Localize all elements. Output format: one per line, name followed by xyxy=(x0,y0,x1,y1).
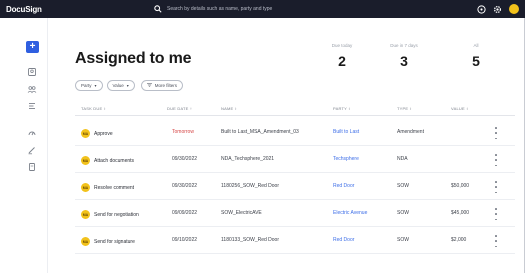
more-options-icon[interactable] xyxy=(493,127,499,139)
more-options-icon[interactable] xyxy=(493,208,499,220)
table-row[interactable]: MA Approve Tomorrow Built to Last_MSA_Am… xyxy=(75,120,515,146)
top-bar: DocuSign Search by details such as name,… xyxy=(0,0,525,18)
list-icon[interactable] xyxy=(27,101,37,111)
app-logo[interactable]: DocuSign xyxy=(6,5,42,14)
agreement-name[interactable]: SOW_ElectricAVE xyxy=(221,210,262,216)
table-row[interactable]: MA Send for signature 09/10/2022 1180133… xyxy=(75,228,515,254)
value-filter[interactable]: Value ▾ xyxy=(106,80,135,91)
agreement-type: NDA xyxy=(397,156,408,162)
user-avatar[interactable] xyxy=(509,4,519,14)
task-cell: MA Approve xyxy=(81,129,113,138)
party-link[interactable]: Electric Avenue xyxy=(333,210,367,216)
party-link[interactable]: Techsphere xyxy=(333,156,359,162)
filter-label: Value xyxy=(112,83,124,88)
agreement-name[interactable]: NDA_Techsphere_2021 xyxy=(221,156,274,162)
task-label: Approve xyxy=(94,130,113,137)
stat-label: Due in 7 days xyxy=(390,43,418,48)
scale-icon[interactable] xyxy=(27,128,37,138)
party-link[interactable]: Red Door xyxy=(333,237,354,243)
chevron-down-icon: ▾ xyxy=(94,83,97,88)
assignee-avatar: MA xyxy=(81,237,90,246)
agreement-name[interactable]: 1180256_SOW_Red Door xyxy=(221,183,279,189)
more-filters-label: More filters xyxy=(154,83,177,88)
column-header-party[interactable]: Party ↕ xyxy=(333,106,350,111)
task-cell: MA Send for negotiation xyxy=(81,210,139,219)
task-cell: MA Resolve comment xyxy=(81,183,134,192)
app-window: DocuSign Search by details such as name,… xyxy=(0,0,525,273)
task-label: Send for negotiation xyxy=(94,211,139,218)
assignee-avatar: MA xyxy=(81,210,90,219)
more-options-icon[interactable] xyxy=(493,235,499,247)
search-icon xyxy=(154,0,162,18)
pen-icon[interactable] xyxy=(27,145,37,155)
help-icon[interactable] xyxy=(477,4,486,14)
column-header-due-date[interactable]: Due date ↑ xyxy=(167,106,192,111)
due-date: 09/30/2022 xyxy=(172,183,198,189)
agreement-value: $50,000 xyxy=(451,183,470,189)
task-label: Attach documents xyxy=(94,157,135,164)
agreement-name[interactable]: 1180133_SOW_Red Door xyxy=(221,237,279,243)
stat-all[interactable]: All 5 xyxy=(456,43,496,69)
task-cell: MA Attach documents xyxy=(81,156,134,165)
group-icon[interactable] xyxy=(27,84,37,94)
agreement-value: $2,000 xyxy=(451,237,467,243)
due-date: 09/10/2022 xyxy=(172,237,198,243)
new-icon[interactable]: + xyxy=(26,41,39,53)
settings-icon[interactable] xyxy=(493,5,502,14)
stat-due-7-days[interactable]: Due in 7 days 3 xyxy=(384,43,424,69)
page-title: Assigned to me xyxy=(75,50,192,67)
agreement-type: Amendment xyxy=(397,129,424,135)
filter-label: Party xyxy=(81,83,92,88)
filter-icon xyxy=(146,83,152,88)
due-date: 09/09/2022 xyxy=(172,210,198,216)
table-row[interactable]: MA Attach documents 09/30/2022 NDA_Techs… xyxy=(75,147,515,173)
top-bar-icons xyxy=(477,3,519,15)
party-link[interactable]: Built to Last xyxy=(333,129,359,135)
task-label: Resolve comment xyxy=(94,184,135,191)
stat-label: All xyxy=(473,43,479,48)
table-row[interactable]: MA Resolve comment 09/30/2022 1180256_SO… xyxy=(75,174,515,200)
stat-value: 5 xyxy=(472,53,480,69)
more-options-icon[interactable] xyxy=(493,154,499,166)
column-header-task[interactable]: Task due ↕ xyxy=(81,106,106,111)
search-input[interactable]: Search by details such as name, party an… xyxy=(167,6,272,12)
task-label: Send for signature xyxy=(94,238,135,245)
column-header-type[interactable]: Type ↕ xyxy=(397,106,412,111)
agreement-type: SOW xyxy=(397,210,409,216)
task-cell: MA Send for signature xyxy=(81,237,135,246)
person-icon[interactable] xyxy=(27,67,37,77)
due-date: Tomorrow xyxy=(172,129,194,135)
search-bar[interactable]: Search by details such as name, party an… xyxy=(154,3,374,15)
table-row[interactable]: MA Send for negotiation 09/09/2022 SOW_E… xyxy=(75,201,515,227)
more-filters-button[interactable]: More filters xyxy=(140,80,183,91)
agreement-value: $45,000 xyxy=(451,210,470,216)
party-filter[interactable]: Party ▾ xyxy=(75,80,103,91)
party-link[interactable]: Red Door xyxy=(333,183,354,189)
stat-value: 2 xyxy=(338,53,346,69)
filter-bar: Party ▾ Value ▾ More filters xyxy=(75,80,183,91)
document-icon[interactable] xyxy=(27,162,37,172)
assignee-avatar: MA xyxy=(81,156,90,165)
column-header-name[interactable]: Name ↕ xyxy=(221,106,237,111)
stat-value: 3 xyxy=(400,53,408,69)
assignee-avatar: MA xyxy=(81,183,90,192)
left-nav-rail: + xyxy=(0,18,48,273)
agreement-name[interactable]: Built to Last_MSA_Amendment_03 xyxy=(221,129,299,135)
stat-due-today[interactable]: Due today 2 xyxy=(322,43,362,69)
agreement-type: SOW xyxy=(397,183,409,189)
due-date: 09/30/2022 xyxy=(172,156,198,162)
assignee-avatar: MA xyxy=(81,129,90,138)
chevron-down-icon: ▾ xyxy=(126,83,129,88)
stat-label: Due today xyxy=(331,43,353,48)
agreement-type: SOW xyxy=(397,237,409,243)
more-options-icon[interactable] xyxy=(493,181,499,193)
table-header: Task due ↕ Due date ↑ Name ↕ Party ↕ Typ… xyxy=(75,104,515,116)
column-header-value[interactable]: Value ↕ xyxy=(451,106,468,111)
